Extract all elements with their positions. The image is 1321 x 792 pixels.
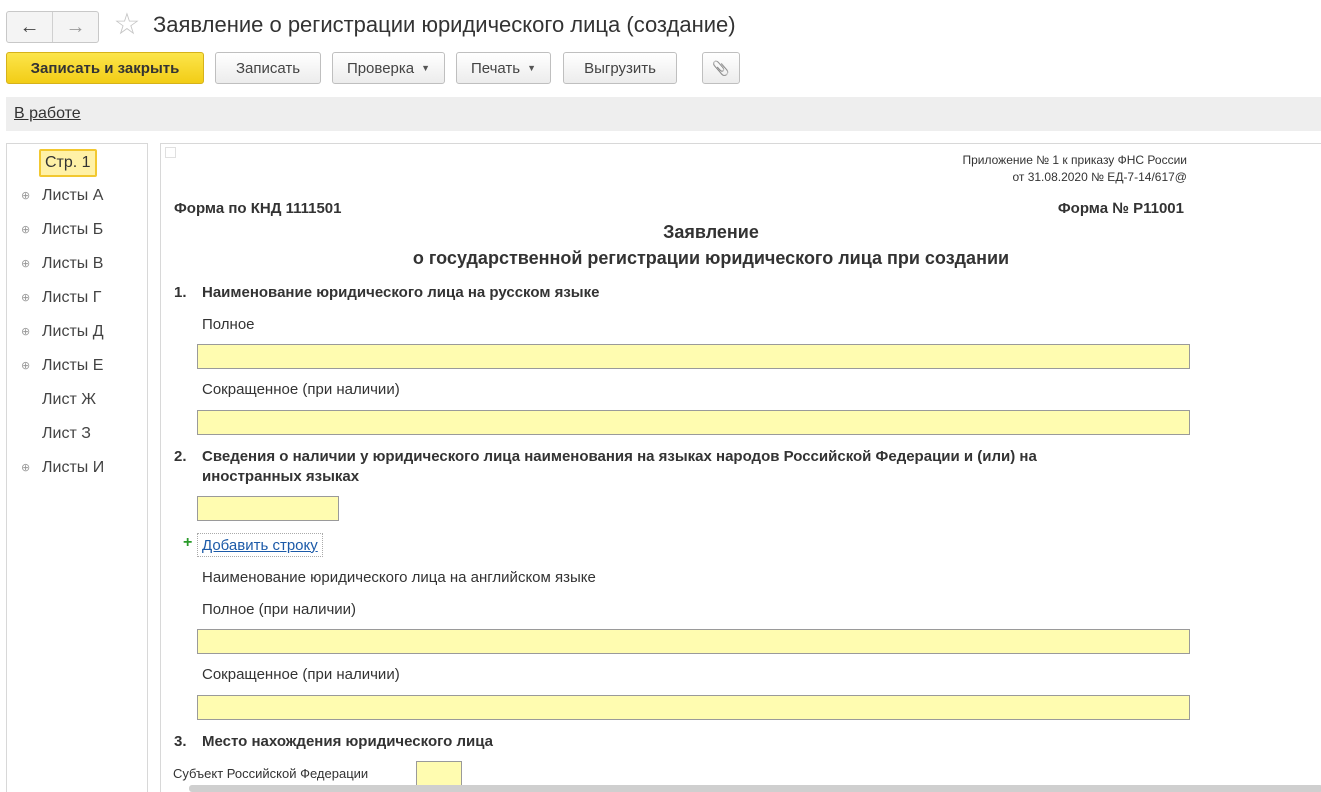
page-item-label: Листы В bbox=[42, 255, 104, 272]
plus-icon: + bbox=[183, 534, 193, 551]
page-item-label: Стр. 1 bbox=[39, 149, 97, 177]
section-2-number: 2. bbox=[174, 448, 187, 465]
page-item-label: Листы Б bbox=[42, 221, 104, 238]
status-link[interactable]: В работе bbox=[14, 105, 81, 123]
section-3-number: 3. bbox=[174, 733, 187, 750]
appendix-line-1: Приложение № 1 к приказу ФНС России bbox=[962, 153, 1188, 167]
short-name-input[interactable] bbox=[197, 410, 1190, 435]
export-button[interactable]: Выгрузить bbox=[563, 52, 677, 84]
english-full-label: Полное (при наличии) bbox=[202, 601, 357, 618]
print-dropdown-button[interactable]: Печать ▼ bbox=[456, 52, 551, 84]
section-3-title: Место нахождения юридического лица bbox=[202, 733, 493, 750]
expand-icon[interactable]: ⊕ bbox=[21, 325, 30, 338]
page-item-label: Листы И bbox=[42, 459, 105, 476]
page-list: Стр. 1 ⊕ Листы А ⊕ Листы Б ⊕ Листы В ⊕ Л… bbox=[6, 143, 148, 792]
page-item-listy-b[interactable]: ⊕ Листы Б bbox=[7, 218, 147, 244]
english-short-input[interactable] bbox=[197, 695, 1190, 720]
star-icon[interactable]: ☆ bbox=[111, 8, 143, 41]
language-input[interactable] bbox=[197, 496, 339, 521]
page-item-label: Листы Г bbox=[42, 289, 102, 306]
check-dropdown-button[interactable]: Проверка ▼ bbox=[332, 52, 445, 84]
forward-arrow-icon[interactable]: → bbox=[52, 12, 98, 42]
page-item-str1[interactable]: Стр. 1 bbox=[7, 149, 147, 177]
save-and-close-button[interactable]: Записать и закрыть bbox=[6, 52, 204, 84]
add-row-button[interactable]: Добавить строку bbox=[197, 533, 323, 557]
save-button[interactable]: Записать bbox=[215, 52, 321, 84]
page-item-listy-v[interactable]: ⊕ Листы В bbox=[7, 252, 147, 278]
page-item-label: Лист З bbox=[42, 425, 91, 442]
doc-subtitle: о государственной регистрации юридическо… bbox=[412, 248, 1010, 268]
full-name-input[interactable] bbox=[197, 344, 1190, 369]
paperclip-icon: 📎 bbox=[712, 59, 730, 76]
english-short-label: Сокращенное (при наличии) bbox=[202, 666, 400, 683]
form-document: Приложение № 1 к приказу ФНС России от 3… bbox=[160, 143, 1321, 792]
page-item-listy-g[interactable]: ⊕ Листы Г bbox=[7, 286, 147, 312]
add-row-label: Добавить строку bbox=[202, 536, 318, 554]
form-number-label: Форма № Р11001 bbox=[1057, 200, 1184, 217]
expand-icon[interactable]: ⊕ bbox=[21, 461, 30, 474]
expand-icon[interactable]: ⊕ bbox=[21, 291, 30, 304]
window-title: Заявление о регистрации юридического лиц… bbox=[153, 12, 736, 37]
full-name-label: Полное bbox=[202, 316, 255, 333]
page-item-list-z[interactable]: Лист З bbox=[7, 422, 147, 448]
chevron-down-icon: ▼ bbox=[421, 63, 431, 73]
corner-marker bbox=[165, 147, 176, 158]
expand-icon[interactable]: ⊕ bbox=[21, 189, 30, 202]
page-item-label: Листы Д bbox=[42, 323, 104, 340]
check-label: Проверка bbox=[346, 59, 415, 77]
page-item-listy-i[interactable]: ⊕ Листы И bbox=[7, 456, 147, 482]
short-name-label: Сокращенное (при наличии) bbox=[202, 381, 400, 398]
expand-icon[interactable]: ⊕ bbox=[21, 257, 30, 270]
section-2-title-line2: иностранных языках bbox=[202, 468, 360, 485]
page-item-label: Листы А bbox=[42, 187, 104, 204]
page-item-listy-d[interactable]: ⊕ Листы Д bbox=[7, 320, 147, 346]
back-arrow-icon[interactable]: ← bbox=[7, 12, 52, 42]
section-2-title-line1: Сведения о наличии у юридического лица н… bbox=[202, 448, 1037, 465]
english-full-input[interactable] bbox=[197, 629, 1190, 654]
section-1-title: Наименование юридического лица на русско… bbox=[202, 284, 600, 301]
page-item-listy-a[interactable]: ⊕ Листы А bbox=[7, 184, 147, 210]
page-item-label: Лист Ж bbox=[42, 391, 96, 408]
page-item-label: Листы Е bbox=[42, 357, 104, 374]
section-1-number: 1. bbox=[174, 284, 187, 301]
expand-icon[interactable]: ⊕ bbox=[21, 359, 30, 372]
subject-label: Субъект Российской Федерации bbox=[173, 766, 369, 781]
form-knd-label: Форма по КНД 1111501 bbox=[174, 200, 342, 217]
page-item-list-zh[interactable]: Лист Ж bbox=[7, 388, 147, 414]
save-label: Записать bbox=[235, 59, 301, 77]
doc-title: Заявление bbox=[663, 222, 759, 242]
english-name-label: Наименование юридического лица на англий… bbox=[202, 569, 596, 586]
print-label: Печать bbox=[470, 59, 521, 77]
export-label: Выгрузить bbox=[584, 59, 656, 77]
save-and-close-label: Записать и закрыть bbox=[30, 59, 180, 77]
page-item-listy-e[interactable]: ⊕ Листы Е bbox=[7, 354, 147, 380]
chevron-down-icon: ▼ bbox=[527, 63, 537, 73]
subject-input[interactable] bbox=[416, 761, 462, 786]
appendix-line-2: от 31.08.2020 № ЕД-7-14/617@ bbox=[1012, 170, 1187, 184]
attach-button[interactable]: 📎 bbox=[702, 52, 740, 84]
expand-icon[interactable]: ⊕ bbox=[21, 223, 30, 236]
status-bar: В работе bbox=[6, 97, 1321, 131]
navigation-buttons: ← → bbox=[6, 11, 99, 43]
